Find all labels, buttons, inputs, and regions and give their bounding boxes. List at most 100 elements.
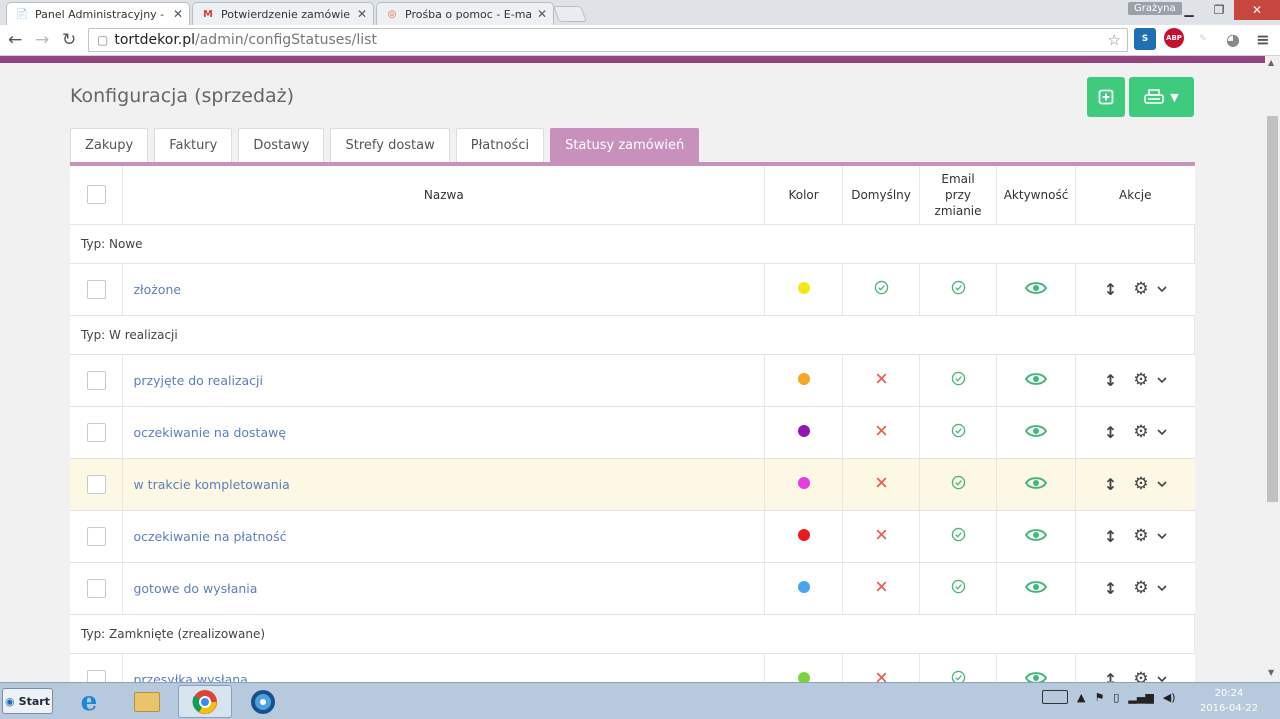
flag-icon[interactable]: ⚑: [1094, 691, 1104, 704]
reorder-icon[interactable]: ↕: [1104, 423, 1117, 442]
reorder-icon[interactable]: ↕: [1104, 475, 1117, 494]
page-scrollbar[interactable]: ▲ ▼: [1265, 56, 1280, 682]
window-close-icon[interactable]: ✕: [1234, 0, 1280, 20]
settings-dropdown[interactable]: ⚙: [1133, 370, 1167, 390]
active-cell[interactable]: [996, 263, 1076, 316]
extension-s-icon[interactable]: S: [1134, 28, 1156, 50]
address-bar[interactable]: ▢ tortdekor.pl/admin/configStatuses/list…: [88, 28, 1128, 52]
table-row[interactable]: oczekiwanie na płatność ↕ ⚙: [70, 510, 1195, 563]
adblock-icon[interactable]: ABP: [1164, 28, 1184, 48]
check-circle-icon: [951, 670, 965, 682]
group-label: Typ: Zamknięte (zrealizowane): [70, 614, 1195, 654]
tab-zakupy[interactable]: Zakupy: [70, 128, 149, 162]
extension-disabled-icon[interactable]: ✎: [1192, 28, 1214, 50]
back-icon[interactable]: ←: [8, 30, 22, 50]
menu-icon[interactable]: ≡: [1252, 28, 1274, 50]
row-checkbox[interactable]: [86, 279, 106, 299]
select-all-checkbox[interactable]: [86, 185, 106, 205]
cross-icon: [876, 477, 886, 488]
close-tab-icon[interactable]: ✕: [173, 7, 183, 21]
status-name-link[interactable]: gotowe do wysłania: [133, 581, 257, 596]
reorder-icon[interactable]: ↕: [1104, 670, 1117, 683]
extension-clock-icon[interactable]: ◕: [1222, 28, 1244, 50]
forward-icon[interactable]: →: [35, 30, 49, 50]
system-clock[interactable]: 20:24 2016-04-22: [1192, 686, 1266, 716]
scroll-down-icon[interactable]: ▼: [1268, 668, 1274, 677]
row-checkbox[interactable]: [86, 578, 106, 598]
add-button[interactable]: [1087, 77, 1125, 117]
status-name-link[interactable]: w trakcie kompletowania: [133, 477, 289, 492]
tray-expand-icon[interactable]: ▲: [1077, 691, 1085, 704]
status-color-cell: [764, 354, 844, 407]
reorder-icon[interactable]: ↕: [1104, 527, 1117, 546]
browser-tab-gmail[interactable]: M Potwierdzenie zamówienia ✕: [192, 2, 374, 25]
bookmark-star-icon[interactable]: ☆: [1108, 31, 1121, 49]
scroll-up-icon[interactable]: ▲: [1268, 58, 1274, 67]
table-row[interactable]: złożone ↕ ⚙: [70, 263, 1195, 316]
check-circle-icon: [874, 280, 888, 295]
row-checkbox[interactable]: [86, 669, 106, 682]
status-name-link[interactable]: złożone: [133, 282, 181, 297]
column-header-name[interactable]: Nazwa: [122, 166, 766, 225]
minimize-icon[interactable]: ▁: [1174, 0, 1204, 20]
settings-dropdown[interactable]: ⚙: [1133, 474, 1167, 494]
status-name-link[interactable]: przesyłka wysłana: [133, 672, 247, 683]
email-cell: [919, 263, 998, 316]
active-cell[interactable]: [996, 562, 1076, 615]
power-icon[interactable]: ▯: [1113, 691, 1119, 704]
close-tab-icon[interactable]: ✕: [537, 7, 547, 21]
tab-dostawy[interactable]: Dostawy: [238, 128, 325, 162]
media-app-icon[interactable]: [236, 685, 290, 718]
network-icon[interactable]: ▂▄▆: [1128, 691, 1153, 704]
print-dropdown-button[interactable]: ▼: [1129, 77, 1194, 117]
new-tab-button[interactable]: [553, 6, 587, 22]
active-cell[interactable]: [996, 510, 1076, 563]
active-cell[interactable]: [996, 653, 1076, 682]
browser-tab-title: Panel Administracyjny - S: [35, 7, 167, 21]
active-cell[interactable]: [996, 406, 1076, 459]
scrollbar-thumb[interactable]: [1267, 116, 1278, 502]
table-row[interactable]: przesyłka wysłana ↕ ⚙: [70, 653, 1195, 682]
tab-faktury[interactable]: Faktury: [154, 128, 233, 162]
start-button[interactable]: ◉ Start: [2, 688, 53, 714]
status-name-link[interactable]: przyjęte do realizacji: [133, 373, 263, 388]
reorder-icon[interactable]: ↕: [1104, 280, 1117, 299]
check-circle-icon: [951, 280, 965, 295]
row-checkbox[interactable]: [86, 526, 106, 546]
settings-dropdown[interactable]: ⚙: [1133, 279, 1167, 299]
status-name-cell: oczekiwanie na dostawę: [122, 406, 766, 459]
keyboard-icon[interactable]: [1042, 690, 1068, 704]
file-explorer-icon[interactable]: [120, 685, 174, 718]
tab-strefy-dostaw[interactable]: Strefy dostaw: [330, 128, 450, 162]
internet-explorer-icon[interactable]: e: [62, 685, 116, 718]
tab-platnosci[interactable]: Płatności: [455, 128, 545, 162]
active-cell[interactable]: [996, 458, 1076, 511]
row-checkbox[interactable]: [86, 422, 106, 442]
page-info-icon[interactable]: ▢: [97, 33, 108, 47]
table-row[interactable]: przyjęte do realizacji ↕ ⚙: [70, 354, 1195, 407]
active-cell[interactable]: [996, 354, 1076, 407]
volume-icon[interactable]: ◀): [1163, 691, 1176, 704]
row-checkbox[interactable]: [86, 370, 106, 390]
browser-tab-help[interactable]: ◎ Prośba o pomoc - E-maile ✕: [376, 2, 554, 25]
table-row[interactable]: gotowe do wysłania ↕ ⚙: [70, 562, 1195, 615]
status-name-link[interactable]: oczekiwanie na płatność: [133, 529, 286, 544]
reload-icon[interactable]: ↻: [62, 30, 76, 50]
table-row[interactable]: w trakcie kompletowania ↕ ⚙: [70, 458, 1195, 511]
row-checkbox[interactable]: [86, 474, 106, 494]
settings-dropdown[interactable]: ⚙: [1133, 422, 1167, 442]
start-label: Start: [18, 694, 50, 708]
settings-dropdown[interactable]: ⚙: [1133, 578, 1167, 598]
close-tab-icon[interactable]: ✕: [357, 7, 367, 21]
status-name-link[interactable]: oczekiwanie na dostawę: [133, 425, 286, 440]
browser-tab-admin[interactable]: 📄 Panel Administracyjny - S ✕: [6, 2, 190, 25]
settings-dropdown[interactable]: ⚙: [1133, 669, 1167, 682]
tab-statusy-zamowien[interactable]: Statusy zamówień: [550, 128, 700, 162]
chrome-icon[interactable]: [178, 685, 232, 718]
eye-icon: [1024, 476, 1048, 489]
maximize-icon[interactable]: ❐: [1204, 0, 1234, 20]
settings-dropdown[interactable]: ⚙: [1133, 526, 1167, 546]
reorder-icon[interactable]: ↕: [1104, 371, 1117, 390]
reorder-icon[interactable]: ↕: [1104, 579, 1117, 598]
table-row[interactable]: oczekiwanie na dostawę ↕ ⚙: [70, 406, 1195, 459]
